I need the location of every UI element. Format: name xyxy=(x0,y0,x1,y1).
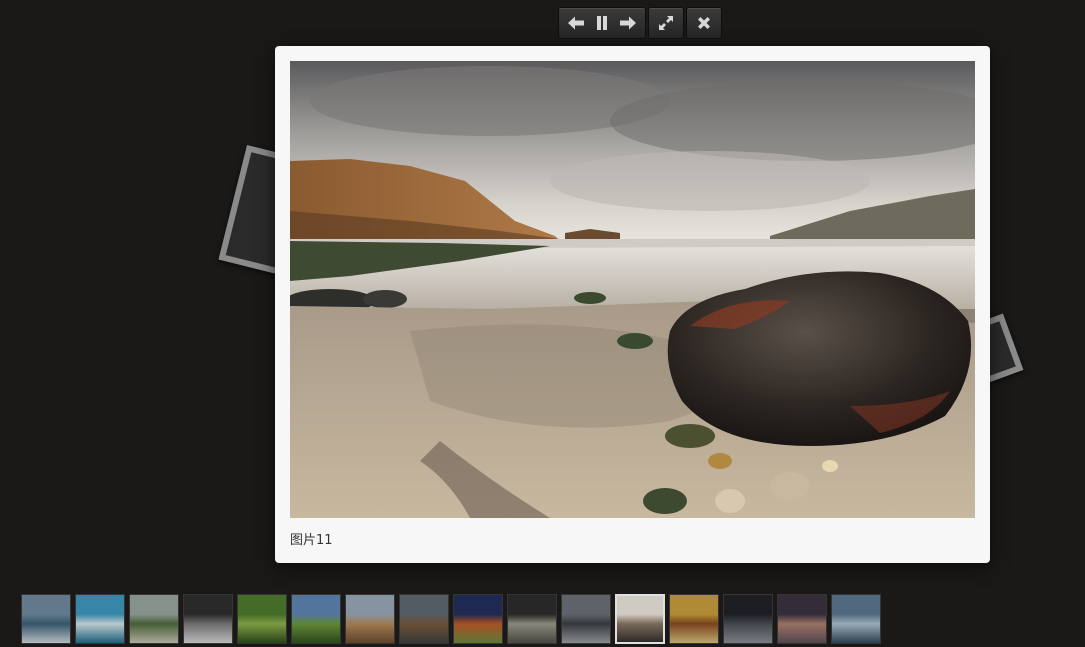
thumbnail-sunset-field[interactable] xyxy=(453,594,503,644)
thumbnail-dusk-harbor[interactable] xyxy=(777,594,827,644)
thumbnail-spices[interactable] xyxy=(669,594,719,644)
thumbnail-swimmer[interactable] xyxy=(75,594,125,644)
photo-caption: 图片11 xyxy=(290,533,333,548)
slideshow-toolbar xyxy=(558,7,722,39)
close-button[interactable] xyxy=(691,9,717,37)
playback-controls xyxy=(558,7,646,39)
thumbnail-green-field[interactable] xyxy=(291,594,341,644)
expand-icon xyxy=(659,16,673,30)
pause-icon xyxy=(597,16,607,30)
thumbnail-strip xyxy=(21,594,881,644)
thumbnail-beach-rock[interactable] xyxy=(615,594,665,644)
thumbnail-iron-bridge[interactable] xyxy=(507,594,557,644)
beach-rock-photo xyxy=(290,61,975,518)
prev-button[interactable] xyxy=(563,9,589,37)
fullscreen-button[interactable] xyxy=(653,9,679,37)
close-icon xyxy=(698,17,710,29)
thumbnail-surfer-wave[interactable] xyxy=(831,594,881,644)
thumbnail-coast-hills[interactable] xyxy=(129,594,179,644)
thumbnail-bamboo[interactable] xyxy=(237,594,287,644)
thumbnail-misty-shore[interactable] xyxy=(561,594,611,644)
arrow-left-icon xyxy=(568,16,584,30)
close-controls xyxy=(686,7,722,39)
thumbnail-colosseum[interactable] xyxy=(345,594,395,644)
lightbox-card: 图片11 xyxy=(275,46,990,563)
lightbox-overlay: 图片11 xyxy=(0,0,1085,647)
thumbnail-pier-under[interactable] xyxy=(183,594,233,644)
arrow-right-icon xyxy=(620,16,636,30)
thumbnail-surfer[interactable] xyxy=(21,594,71,644)
thumbnail-car-night[interactable] xyxy=(723,594,773,644)
pause-button[interactable] xyxy=(589,9,615,37)
view-controls xyxy=(648,7,684,39)
main-photo[interactable] xyxy=(290,61,975,518)
next-button[interactable] xyxy=(615,9,641,37)
thumbnail-driftwood[interactable] xyxy=(399,594,449,644)
